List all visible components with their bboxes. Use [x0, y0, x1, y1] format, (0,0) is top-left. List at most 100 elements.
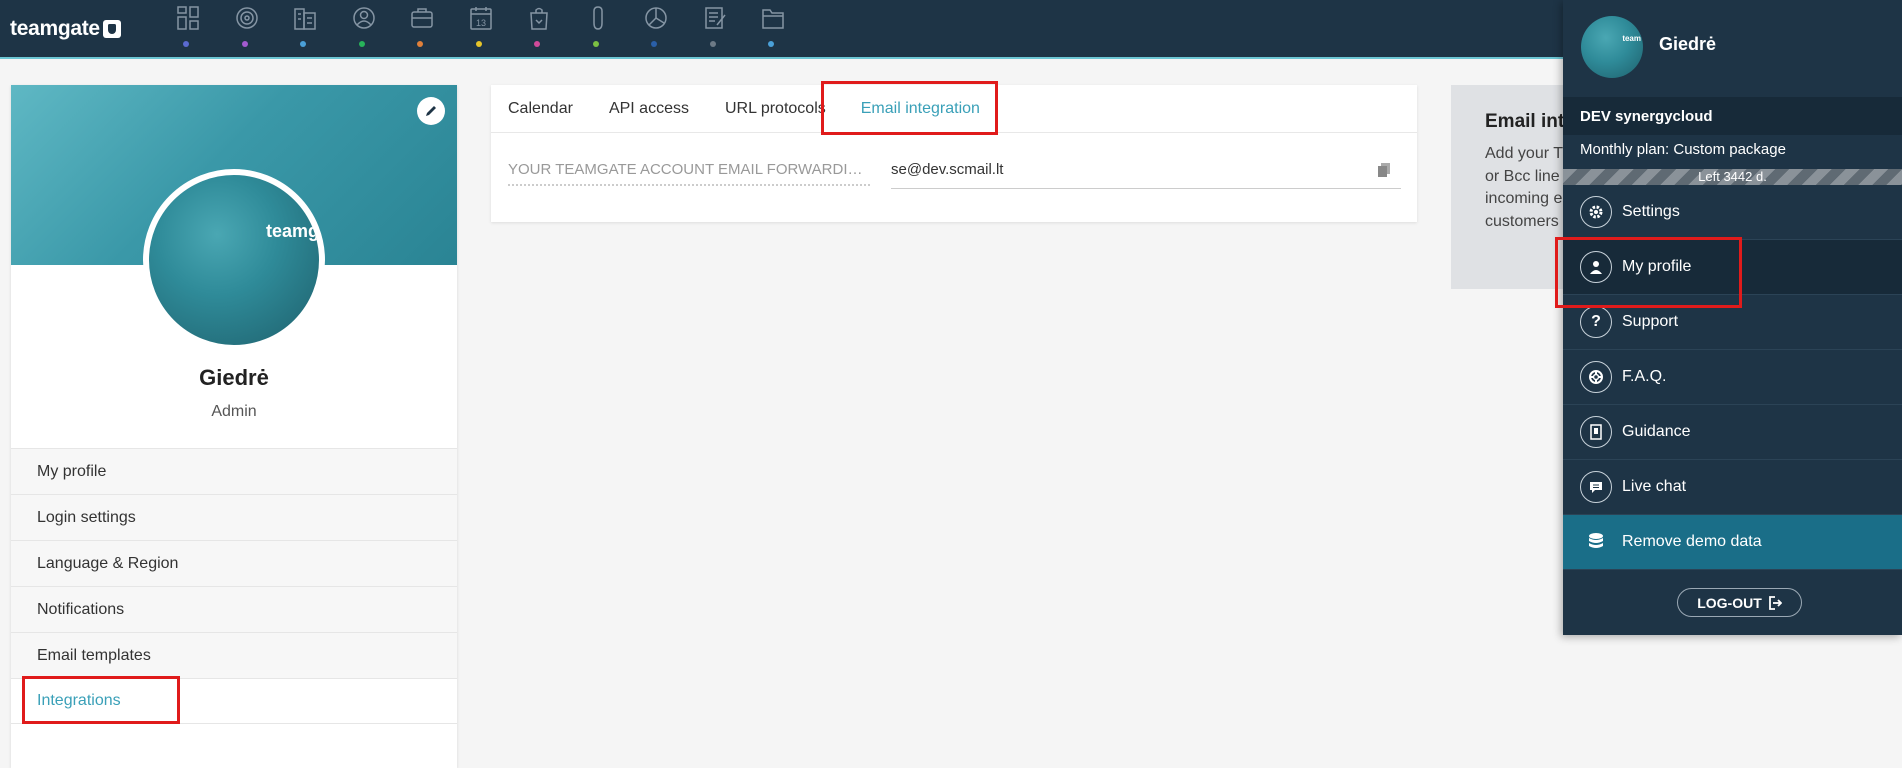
menu-item-label: Settings — [1622, 203, 1680, 220]
nav-dot — [768, 41, 774, 47]
menu-item-settings[interactable]: Settings — [1563, 185, 1902, 240]
side-item-integrations[interactable]: Integrations — [11, 678, 457, 724]
menu-item-guidance[interactable]: Guidance — [1563, 405, 1902, 460]
module-nav: 13 — [160, 3, 804, 51]
nav-deals[interactable] — [394, 3, 453, 51]
nav-dot — [358, 41, 365, 47]
nav-targets[interactable] — [219, 3, 278, 51]
chat-icon — [1580, 471, 1612, 503]
info-card-title: Email int — [1485, 111, 1565, 132]
nav-dot — [183, 41, 189, 47]
menu-item-label: F.A.Q. — [1622, 368, 1667, 385]
avatar-watermark: team — [1622, 34, 1641, 43]
nav-reports[interactable] — [628, 3, 687, 51]
target-icon — [235, 7, 258, 29]
tab-email-integration[interactable]: Email integration — [861, 85, 980, 133]
contacts-icon — [352, 7, 375, 29]
avatar-watermark: teamg — [265, 221, 319, 241]
nav-companies[interactable] — [277, 3, 336, 51]
nav-dot — [241, 41, 248, 47]
nav-dashboard[interactable] — [160, 3, 219, 51]
user-icon — [1580, 251, 1612, 283]
side-item-notifications[interactable]: Notifications — [11, 586, 457, 632]
tab-calendar[interactable]: Calendar — [508, 85, 573, 133]
logout-icon — [1768, 595, 1782, 610]
nav-leads[interactable] — [511, 3, 570, 51]
info-line: Add your T — [1485, 145, 1563, 162]
menu-item-label: Support — [1622, 313, 1679, 330]
leads-icon — [530, 7, 548, 30]
menu-item-label: My profile — [1622, 258, 1692, 275]
integration-tabs: Calendar API access URL protocols Email … — [491, 85, 1417, 133]
nav-contacts[interactable] — [336, 3, 395, 51]
tab-api-access[interactable]: API access — [609, 85, 689, 133]
menu-item-label: Guidance — [1622, 423, 1691, 440]
menu-item-remove-demo-data[interactable]: Remove demo data — [1563, 515, 1902, 570]
deals-icon — [411, 8, 433, 28]
nav-dot — [534, 41, 540, 47]
folder-icon — [762, 9, 784, 29]
side-item-login-settings[interactable]: Login settings — [11, 494, 457, 540]
nav-dot — [417, 41, 423, 47]
days-left-bar: Left 3442 d. — [1563, 169, 1902, 185]
nav-dot — [592, 41, 599, 47]
plan-label: Monthly plan: Custom package — [1580, 141, 1786, 158]
side-item-language-region[interactable]: Language & Region — [11, 540, 457, 586]
nav-dot — [475, 41, 482, 47]
user-name: Giedrė — [1659, 34, 1717, 54]
menu-item-live-chat[interactable]: Live chat — [1563, 460, 1902, 515]
logout-button[interactable]: LOG-OUT — [1677, 588, 1802, 617]
menu-item-faq[interactable]: F.A.Q. — [1563, 350, 1902, 405]
pencil-icon — [426, 106, 436, 116]
question-icon: ? — [1580, 306, 1612, 338]
nav-files[interactable] — [570, 3, 629, 51]
info-card-text: Add your T or Bcc line incoming e custom… — [1485, 143, 1563, 233]
menu-item-label: Remove demo data — [1622, 533, 1762, 550]
logo-text: teamgate — [10, 17, 100, 40]
copy-icon[interactable] — [1377, 162, 1391, 182]
notes-icon — [704, 7, 726, 29]
companies-icon — [294, 8, 316, 30]
nav-notes[interactable] — [687, 3, 746, 51]
nav-folders[interactable] — [745, 3, 804, 51]
forwarding-address-value: se@dev.scmail.lt — [891, 161, 1004, 178]
menu-item-support[interactable]: ? Support — [1563, 295, 1902, 350]
files-icon — [592, 6, 603, 30]
integrations-card: Calendar API access URL protocols Email … — [491, 85, 1417, 222]
guide-icon — [1580, 416, 1612, 448]
company-name[interactable]: DEV synergycloud — [1563, 97, 1902, 135]
info-line: or Bcc line — [1485, 167, 1560, 185]
nav-dot — [651, 41, 657, 47]
side-item-email-templates[interactable]: Email templates — [11, 632, 457, 678]
user-panel-header: team Giedrė — [1563, 0, 1902, 97]
user-panel-menu: Settings My profile ? Support F.A.Q. Gui… — [1563, 185, 1902, 570]
edit-profile-button[interactable] — [417, 97, 445, 125]
calendar-day-text: 13 — [475, 18, 485, 28]
profile-role: Admin — [211, 403, 257, 420]
profile-name: Giedrė — [199, 365, 269, 390]
calendar-icon: 13 — [469, 7, 492, 30]
user-dropdown-panel: team Giedrė DEV synergycloud Monthly pla… — [1563, 0, 1902, 635]
lifebuoy-icon — [1580, 361, 1612, 393]
dashboard-icon — [177, 6, 199, 30]
logo-badge-icon — [102, 20, 121, 38]
info-line: incoming e — [1485, 190, 1563, 207]
menu-item-label: Live chat — [1622, 478, 1687, 495]
forwarding-address-field[interactable]: se@dev.scmail.lt — [891, 159, 1401, 189]
nav-dot — [709, 41, 716, 47]
menu-item-my-profile[interactable]: My profile — [1563, 240, 1902, 295]
profile-panel: teamg Giedrė Admin My profile Login sett… — [11, 85, 457, 768]
teamgate-logo[interactable]: teamgate — [10, 17, 121, 41]
tab-url-protocols[interactable]: URL protocols — [725, 85, 826, 133]
logout-label: LOG-OUT — [1697, 594, 1762, 611]
profile-avatar: teamg — [143, 169, 325, 351]
nav-calendar[interactable]: 13 — [453, 3, 512, 51]
gear-icon — [1580, 196, 1612, 228]
side-item-my-profile[interactable]: My profile — [11, 448, 457, 494]
profile-side-menu: My profile Login settings Language & Reg… — [11, 448, 457, 724]
forwarding-address-label: YOUR TEAMGATE ACCOUNT EMAIL FORWARDING A… — [508, 161, 870, 186]
reports-icon — [645, 7, 667, 29]
info-line: customers — [1485, 212, 1559, 230]
database-icon — [1580, 526, 1612, 558]
nav-dot — [300, 41, 306, 47]
